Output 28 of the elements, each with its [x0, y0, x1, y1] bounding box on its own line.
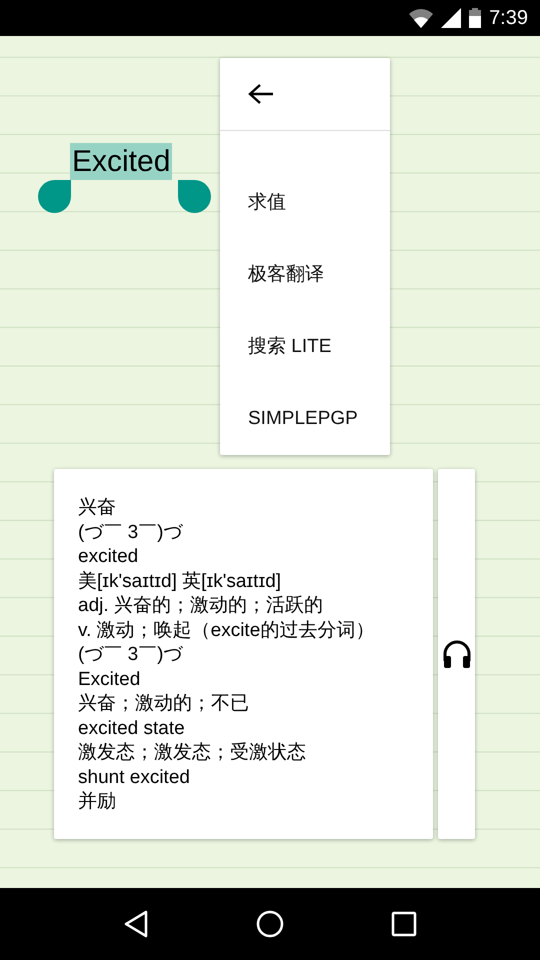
- translation-line: (づ￣ 3￣)づ: [78, 520, 182, 544]
- home-icon[interactable]: [256, 910, 284, 938]
- signal-icon: [441, 8, 462, 28]
- translation-line: v. 激动；唤起（excite的过去分词）: [78, 618, 374, 642]
- translation-line: shunt excited: [78, 766, 190, 790]
- translation-line: excited state: [78, 716, 185, 740]
- wifi-icon: [409, 8, 434, 28]
- translation-line: Excited: [78, 668, 140, 692]
- translation-line: 美[ɪk'saɪtɪd] 英[ɪk'saɪtɪd]: [78, 570, 282, 594]
- back-icon[interactable]: [123, 910, 150, 938]
- translation-line: 兴奋: [78, 496, 116, 520]
- menu-item[interactable]: SIMPLEPGP: [220, 383, 390, 455]
- translation-line: (づ￣ 3￣)づ: [78, 643, 182, 667]
- headphones-icon[interactable]: [442, 639, 472, 669]
- selected-text: Excited: [70, 143, 172, 180]
- recents-icon[interactable]: [390, 911, 417, 937]
- translation-line: 激发态；激发态；受激状态: [78, 741, 306, 765]
- battery-icon: [469, 8, 482, 28]
- menu-item[interactable]: 搜索 LITE: [220, 311, 390, 383]
- translation-line: 兴奋；激动的；不已: [78, 692, 249, 716]
- back-arrow-icon[interactable]: [248, 83, 274, 105]
- translation-line: adj. 兴奋的；激动的；活跃的: [78, 594, 323, 618]
- status-time: 7:39: [489, 6, 528, 31]
- translation-line: excited: [78, 545, 138, 569]
- menu-item[interactable]: 极客翻译: [220, 239, 390, 311]
- menu-item[interactable]: 求值: [220, 167, 390, 239]
- audio-card[interactable]: [438, 469, 475, 839]
- translation-line: 并励: [78, 790, 116, 814]
